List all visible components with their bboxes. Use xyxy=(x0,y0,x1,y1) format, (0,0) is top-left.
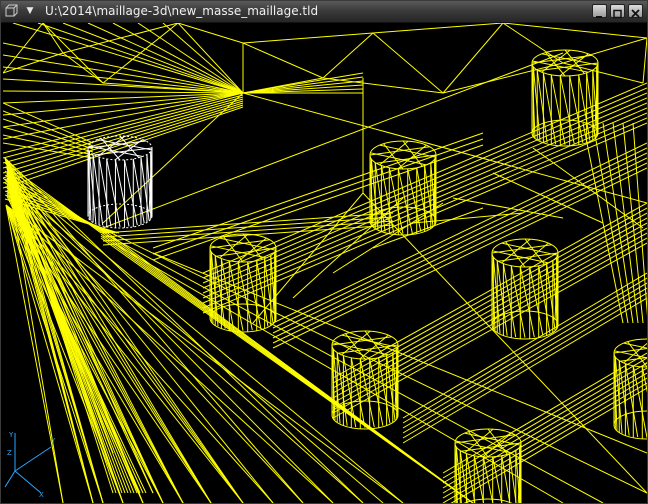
mesh-edge xyxy=(442,62,564,94)
mesh-edge xyxy=(3,92,244,140)
fan-ray xyxy=(3,102,244,179)
application-window: ▼ U:\2014\maillage-3d\new_masse_maillage… xyxy=(0,0,648,504)
fan-ray xyxy=(6,172,184,503)
pillar-diag xyxy=(98,156,112,227)
rail-edge xyxy=(332,202,647,379)
mesh-edge xyxy=(372,32,444,94)
axis-line xyxy=(14,470,42,494)
rail-edge xyxy=(272,147,647,329)
board-edge xyxy=(100,237,474,503)
axis-label: Y xyxy=(50,437,56,445)
chevron-down-icon[interactable]: ▼ xyxy=(24,5,36,17)
rail-edge xyxy=(402,297,647,444)
close-button[interactable] xyxy=(628,4,643,18)
axis-label: X xyxy=(39,491,44,499)
rail-edge xyxy=(402,272,647,419)
mesh-edge xyxy=(242,84,364,94)
mesh-lines xyxy=(3,23,647,503)
mesh-pillar xyxy=(531,49,599,147)
axis-line xyxy=(14,446,52,472)
mesh-edge xyxy=(322,32,374,79)
rail-edge xyxy=(402,292,647,439)
fan-ray xyxy=(6,183,135,494)
mesh-edge xyxy=(242,42,324,79)
fan-ray xyxy=(5,204,212,503)
rail-edge xyxy=(402,277,647,424)
pillar-diag xyxy=(502,263,517,338)
fan-ray xyxy=(4,157,184,503)
axis-triad: Y Y X Z xyxy=(4,431,56,499)
pillar-diag xyxy=(380,165,395,234)
mesh-pillar xyxy=(613,338,647,440)
mesh-edge xyxy=(372,23,504,34)
minimize-button[interactable] xyxy=(592,4,607,18)
mesh-pillar xyxy=(87,135,153,229)
mesh-edge xyxy=(3,66,244,94)
fan-ray xyxy=(3,98,244,169)
axis-line xyxy=(4,470,16,488)
mesh-edge xyxy=(42,23,64,54)
rib-edge xyxy=(412,212,524,224)
3d-viewport[interactable]: Y Y X Z xyxy=(3,23,647,503)
title-bar[interactable]: ▼ U:\2014\maillage-3d\new_masse_maillage… xyxy=(1,1,647,23)
pillar-diag xyxy=(496,260,508,336)
rib-edge xyxy=(252,192,364,324)
fan-ray xyxy=(8,187,164,503)
window-title: U:\2014\maillage-3d\new_masse_maillage.t… xyxy=(45,4,319,18)
maximize-icon xyxy=(613,9,622,19)
axis-label: Z xyxy=(7,449,12,457)
fan-ray xyxy=(8,187,184,503)
close-icon xyxy=(631,9,640,18)
pillar-diag xyxy=(550,74,566,145)
mesh-edge xyxy=(642,37,647,84)
cube-wireframe-icon[interactable] xyxy=(5,4,19,18)
minimize-icon xyxy=(596,16,602,18)
rail-edge xyxy=(402,282,647,429)
pillar-diag xyxy=(536,69,548,143)
maximize-button[interactable] xyxy=(610,4,625,19)
mesh-edge xyxy=(502,23,647,39)
rib-edge xyxy=(592,122,629,324)
wireframe-mesh-canvas[interactable]: Y Y X Z xyxy=(3,23,647,503)
fan-ray xyxy=(5,204,124,503)
rail-edge xyxy=(402,287,647,434)
rail-edge xyxy=(102,220,394,242)
mesh-pillar xyxy=(331,330,399,430)
mesh-edge xyxy=(442,23,504,94)
pillar-diag xyxy=(106,158,121,227)
axis-label: Y xyxy=(8,431,14,439)
mesh-edge xyxy=(242,32,374,44)
pillar-bottom-rim xyxy=(463,498,513,503)
mesh-edge xyxy=(502,23,564,64)
pillar-diag xyxy=(92,154,104,226)
rail-edge xyxy=(332,207,647,384)
fan-ray xyxy=(6,172,212,503)
pillar-diag xyxy=(388,167,404,234)
pillar-diag xyxy=(542,72,557,145)
